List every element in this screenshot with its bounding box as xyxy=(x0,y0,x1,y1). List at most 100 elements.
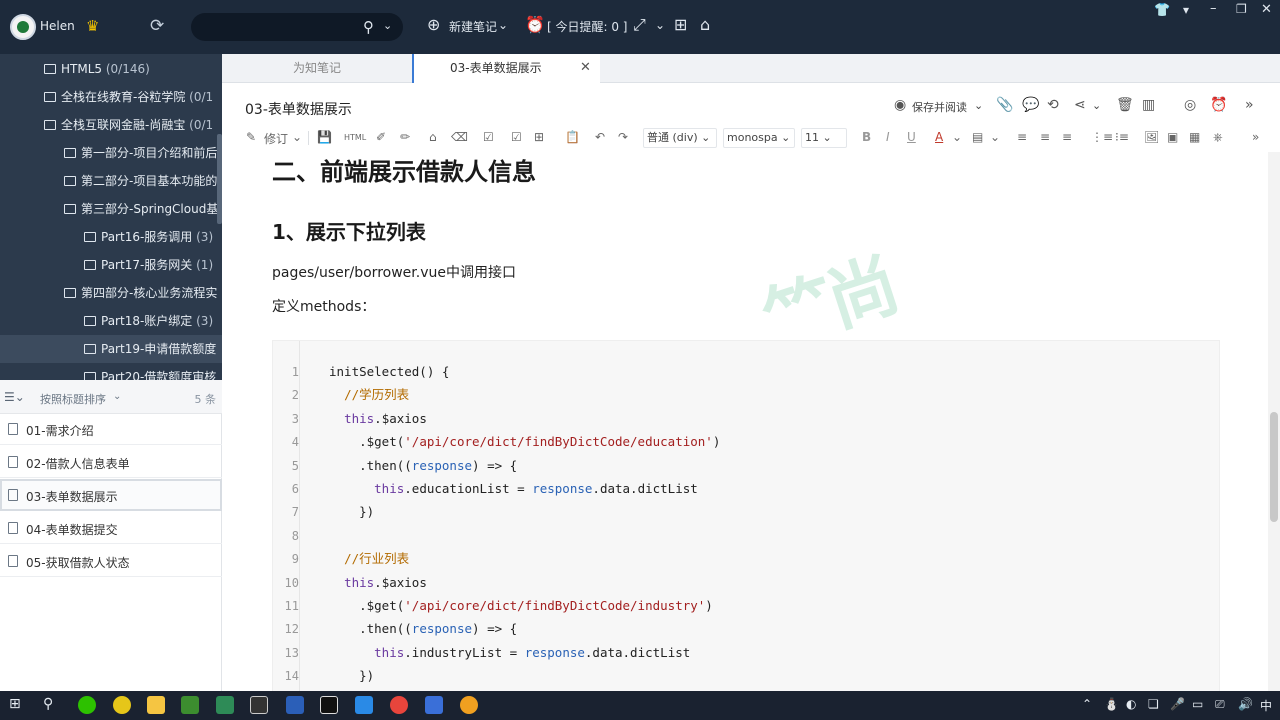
tree-item-html5[interactable]: HTML5 (0/146) xyxy=(44,55,150,83)
vscode-icon[interactable] xyxy=(355,696,373,714)
tree-item-part1[interactable]: 第一部分-项目介绍和前后 xyxy=(64,139,217,167)
intellij-icon[interactable] xyxy=(320,696,338,714)
tree-item-part4[interactable]: 第四部分-核心业务流程实 xyxy=(64,279,217,307)
html-button[interactable]: HTML xyxy=(344,133,366,142)
expand-icon[interactable]: ⤢ xyxy=(633,15,646,35)
list-item[interactable]: 02-借款人信息表单 xyxy=(0,446,222,478)
list-item-selected[interactable]: 03-表单数据展示 xyxy=(0,479,222,511)
crown-icon[interactable]: ♛ xyxy=(86,17,99,35)
format-painter-icon[interactable]: ⌂ xyxy=(429,130,437,144)
sort-dropdown[interactable]: 按照标题排序 xyxy=(40,391,106,407)
eye-icon[interactable]: ◉ xyxy=(894,97,906,113)
list-item[interactable]: 01-需求介绍 xyxy=(0,413,222,445)
redo-icon[interactable]: ↷ xyxy=(618,130,628,144)
code-block[interactable]: 1 initSelected() {2 //学历列表 3 this.$axios 4 … xyxy=(272,340,1220,691)
italic-button[interactable]: I xyxy=(886,130,890,144)
underline-button[interactable]: U xyxy=(907,130,916,144)
chevron-down-icon[interactable]: ⌄ xyxy=(292,130,302,144)
wechat-icon[interactable] xyxy=(78,696,96,714)
tray-icon[interactable]: ⛄ xyxy=(1104,697,1119,711)
battery-icon[interactable]: ▭ xyxy=(1192,697,1203,711)
page-title[interactable]: 03-表单数据展示 xyxy=(245,99,352,119)
skin-icon[interactable]: 👕 xyxy=(1154,3,1170,18)
tray-icon[interactable]: ❏ xyxy=(1148,697,1159,711)
restore-icon[interactable]: ❐ xyxy=(1236,2,1247,16)
list-item[interactable]: 04-表单数据提交 xyxy=(0,512,222,544)
editor-scrollbar[interactable] xyxy=(1268,152,1280,691)
note-content[interactable]: ⺮尚 二、前端展示借款人信息 1、展示下拉列表 pages/user/borro… xyxy=(222,152,1268,691)
scrollbar-thumb[interactable] xyxy=(1270,412,1278,522)
tree-item-part19[interactable]: Part19-申请借款额度 xyxy=(0,335,222,363)
reminder-button[interactable]: [ 今日提醒: 0 ] xyxy=(547,18,628,35)
app-icon[interactable] xyxy=(113,696,131,714)
insert-table-icon[interactable]: ▦ xyxy=(1189,130,1200,144)
chevron-down-icon[interactable]: ⌄ xyxy=(1092,99,1101,112)
screenshot-icon[interactable]: ▣ xyxy=(1167,130,1178,144)
ordered-list-icon[interactable]: ⋮≡ xyxy=(1091,130,1113,144)
close-icon[interactable]: ✕ xyxy=(1261,2,1272,17)
app-icon[interactable] xyxy=(181,696,199,714)
history-icon[interactable]: ⟲ xyxy=(1047,97,1059,113)
tree-item-part16[interactable]: Part16-服务调用 (3) xyxy=(84,223,213,251)
tree-item-part17[interactable]: Part17-服务网关 (1) xyxy=(84,251,213,279)
undo-icon[interactable]: ↶ xyxy=(595,130,605,144)
sort-icon[interactable]: ☰⌄ xyxy=(4,390,25,404)
align-right-icon[interactable]: ≡ xyxy=(1062,130,1072,144)
username[interactable]: Helen xyxy=(40,19,75,33)
tree-item-part3[interactable]: 第三部分-SpringCloud基 xyxy=(64,195,218,223)
app-icon[interactable] xyxy=(460,696,478,714)
chrome-icon[interactable] xyxy=(390,696,408,714)
tab-current-note[interactable]: 03-表单数据展示 xyxy=(412,54,600,83)
chevron-up-icon[interactable]: ⌃ xyxy=(1082,697,1092,711)
tree-item-shangrongbao[interactable]: 全栈互联网金融-尚融宝 (0/1 xyxy=(44,111,213,139)
sync-icon[interactable]: ⟳ xyxy=(150,16,164,36)
alarm-icon[interactable]: ⏰ xyxy=(1210,97,1227,113)
comment-icon[interactable]: 💬 xyxy=(1022,97,1039,113)
unordered-list-icon[interactable]: ⁝≡ xyxy=(1115,130,1129,144)
chevron-down-icon[interactable]: ⌄ xyxy=(498,18,508,32)
more-icon[interactable]: » xyxy=(1245,97,1254,113)
list-item[interactable]: 05-获取借款人状态 xyxy=(0,545,222,577)
tree-item-part18[interactable]: Part18-账户绑定 (3) xyxy=(84,307,213,335)
attachment-icon[interactable]: 📎 xyxy=(996,97,1013,113)
alarm-icon[interactable]: ⏰ xyxy=(525,15,545,34)
chevron-down-icon[interactable]: ⌄ xyxy=(383,19,392,32)
checklist-icon[interactable]: ☑ xyxy=(483,130,494,144)
style-select[interactable]: 普通 (div) ⌄ xyxy=(643,128,717,148)
edit-icon[interactable]: ✎ xyxy=(246,130,256,144)
background-color-icon[interactable]: ▤ xyxy=(972,130,983,144)
grid-icon[interactable]: ⊞ xyxy=(674,15,687,34)
menu-icon[interactable]: ▾ xyxy=(1183,3,1189,17)
checkbox-icon[interactable]: ☑ xyxy=(511,130,522,144)
font-select[interactable]: monospa ⌄ xyxy=(723,128,795,148)
search-input[interactable] xyxy=(201,18,351,36)
windows-start-icon[interactable]: ⊞ xyxy=(9,696,21,712)
save-read-button[interactable]: 保存并阅读 xyxy=(912,99,967,115)
wiznote-icon[interactable] xyxy=(425,696,443,714)
avatar[interactable] xyxy=(10,14,36,40)
eraser-icon[interactable]: ⌫ xyxy=(451,130,468,144)
chevron-down-icon[interactable]: ⌄ xyxy=(655,18,665,32)
word-icon[interactable] xyxy=(286,696,304,714)
font-color-button[interactable]: A xyxy=(935,130,943,144)
microphone-icon[interactable]: 🎤 xyxy=(1170,697,1185,711)
paste-icon[interactable]: 📋 xyxy=(565,130,580,144)
pen-icon[interactable]: ✐ xyxy=(376,130,386,144)
stamp-icon[interactable]: ⎈ xyxy=(1213,130,1223,145)
chevron-down-icon[interactable]: ⌄ xyxy=(974,99,983,112)
chevron-down-icon[interactable]: ⌄ xyxy=(952,130,962,144)
chevron-down-icon[interactable]: ⌄ xyxy=(990,130,1000,144)
ime-indicator[interactable]: 中 xyxy=(1260,697,1272,714)
tree-item-part2[interactable]: 第二部分-项目基本功能的 xyxy=(64,167,217,195)
network-icon[interactable]: ⎚ xyxy=(1215,697,1225,712)
bold-button[interactable]: B xyxy=(862,130,871,144)
volume-icon[interactable]: 🔊 xyxy=(1238,697,1253,711)
minimize-icon[interactable]: – xyxy=(1210,1,1217,16)
share-icon[interactable]: ⋖ xyxy=(1074,97,1086,113)
chevron-down-icon[interactable]: ⌄ xyxy=(113,391,121,402)
tray-icon[interactable]: ◐ xyxy=(1126,697,1136,711)
home-icon[interactable]: ⌂ xyxy=(700,15,710,34)
tree-item-guli[interactable]: 全栈在线教育-谷粒学院 (0/1 xyxy=(44,83,213,111)
search-box[interactable]: ⚲ ⌄ xyxy=(191,13,403,41)
add-icon[interactable]: ⊕ xyxy=(427,15,440,34)
